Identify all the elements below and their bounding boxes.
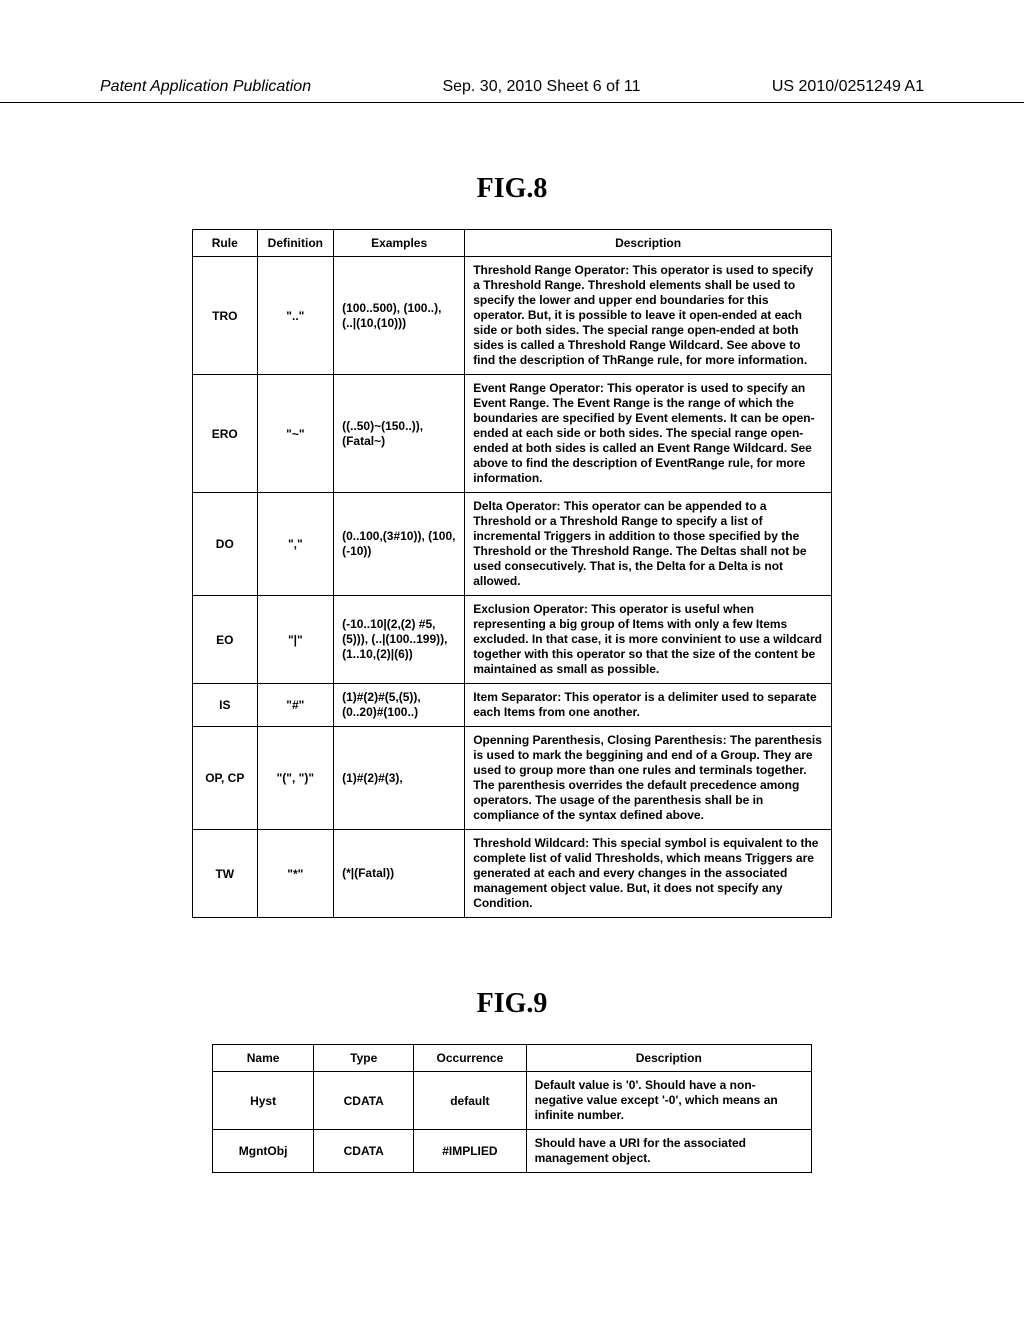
cell-name: Hyst [213, 1072, 314, 1130]
cell-examples: (-10..10|(2,(2) #5,(5))), (..|(100..199)… [334, 596, 465, 684]
table-row: IS "#" (1)#(2)#(5,(5)), (0..20)#(100..) … [193, 684, 832, 727]
cell-description: Item Separator: This operator is a delim… [465, 684, 832, 727]
table-row: OP, CP "(", ")" (1)#(2)#(3), Openning Pa… [193, 727, 832, 830]
table-row: Hyst CDATA default Default value is '0'.… [213, 1072, 812, 1130]
figure-9-table: Name Type Occurrence Description Hyst CD… [212, 1044, 812, 1173]
col-definition: Definition [257, 230, 334, 257]
col-description: Description [465, 230, 832, 257]
cell-occurrence: default [414, 1072, 526, 1130]
cell-definition: "(", ")" [257, 727, 334, 830]
col-name: Name [213, 1045, 314, 1072]
table-row: TRO ".." (100..500), (100..), (..|(10,(1… [193, 257, 832, 375]
cell-examples: (1)#(2)#(5,(5)), (0..20)#(100..) [334, 684, 465, 727]
cell-rule: OP, CP [193, 727, 258, 830]
cell-description: Threshold Range Operator: This operator … [465, 257, 832, 375]
cell-examples: (1)#(2)#(3), [334, 727, 465, 830]
page-header: Patent Application Publication Sep. 30, … [0, 0, 1024, 103]
cell-type: CDATA [314, 1130, 414, 1173]
cell-rule: EO [193, 596, 258, 684]
col-examples: Examples [334, 230, 465, 257]
col-type: Type [314, 1045, 414, 1072]
col-occurrence: Occurrence [414, 1045, 526, 1072]
table-header-row: Rule Definition Examples Description [193, 230, 832, 257]
col-rule: Rule [193, 230, 258, 257]
cell-examples: (100..500), (100..), (..|(10,(10))) [334, 257, 465, 375]
table-header-row: Name Type Occurrence Description [213, 1045, 812, 1072]
cell-description: Should have a URI for the associated man… [526, 1130, 811, 1173]
cell-rule: DO [193, 493, 258, 596]
cell-definition: ".." [257, 257, 334, 375]
cell-name: MgntObj [213, 1130, 314, 1173]
table-row: MgntObj CDATA #IMPLIED Should have a URI… [213, 1130, 812, 1173]
figure-9-title: FIG.9 [0, 988, 1024, 1020]
cell-definition: "#" [257, 684, 334, 727]
table-row: DO "," (0..100,(3#10)), (100,(-10)) Delt… [193, 493, 832, 596]
cell-examples: (*|(Fatal)) [334, 830, 465, 918]
cell-rule: ERO [193, 375, 258, 493]
cell-rule: IS [193, 684, 258, 727]
cell-rule: TW [193, 830, 258, 918]
cell-type: CDATA [314, 1072, 414, 1130]
cell-examples: (0..100,(3#10)), (100,(-10)) [334, 493, 465, 596]
cell-definition: "|" [257, 596, 334, 684]
cell-description: Event Range Operator: This operator is u… [465, 375, 832, 493]
header-sheet-info: Sep. 30, 2010 Sheet 6 of 11 [442, 78, 640, 96]
table-row: TW "*" (*|(Fatal)) Threshold Wildcard: T… [193, 830, 832, 918]
header-pub-number: US 2010/0251249 A1 [772, 78, 924, 96]
cell-definition: "~" [257, 375, 334, 493]
figure-8-table: Rule Definition Examples Description TRO… [192, 229, 832, 918]
table-row: ERO "~" ((..50)~(150..)), (Fatal~) Event… [193, 375, 832, 493]
header-publication: Patent Application Publication [100, 78, 311, 96]
table-row: EO "|" (-10..10|(2,(2) #5,(5))), (..|(10… [193, 596, 832, 684]
col-description: Description [526, 1045, 811, 1072]
cell-definition: "*" [257, 830, 334, 918]
cell-description: Openning Parenthesis, Closing Parenthesi… [465, 727, 832, 830]
cell-description: Exclusion Operator: This operator is use… [465, 596, 832, 684]
cell-description: Delta Operator: This operator can be app… [465, 493, 832, 596]
cell-description: Threshold Wildcard: This special symbol … [465, 830, 832, 918]
figure-8-title: FIG.8 [0, 173, 1024, 205]
cell-definition: "," [257, 493, 334, 596]
cell-rule: TRO [193, 257, 258, 375]
cell-occurrence: #IMPLIED [414, 1130, 526, 1173]
cell-description: Default value is '0'. Should have a non-… [526, 1072, 811, 1130]
cell-examples: ((..50)~(150..)), (Fatal~) [334, 375, 465, 493]
